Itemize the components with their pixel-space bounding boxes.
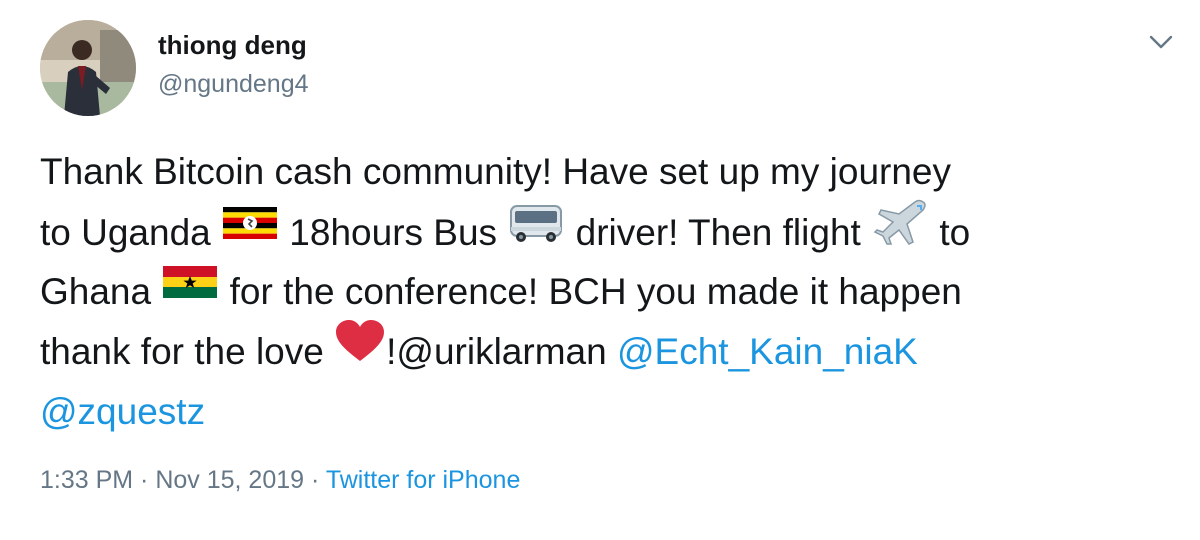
- ghana-flag-icon: [161, 260, 219, 320]
- chevron-down-icon[interactable]: [1147, 30, 1175, 54]
- tweet-line-1: Thank Bitcoin cash community! Have set u…: [40, 142, 1160, 202]
- tweet-text-segment: thank for the love: [40, 331, 335, 372]
- meta-separator: ·: [304, 466, 326, 494]
- meta-separator: ·: [133, 466, 156, 494]
- uganda-flag-icon: [221, 201, 279, 261]
- bus-icon: [507, 200, 565, 262]
- tweet-line-3: Ghana for the conference! BCH you made i…: [40, 262, 1160, 322]
- tweet-meta: 1:33 PM · Nov 15, 2019 · Twitter for iPh…: [40, 466, 520, 495]
- tweet-text-segment: to Uganda: [40, 211, 222, 253]
- tweet-card: thiong deng @ngundeng4 Thank Bitcoin cas…: [0, 0, 1200, 540]
- mention-link[interactable]: @Echt_Kain_niaK: [617, 331, 918, 372]
- tweet-line-5: @zquestz: [40, 382, 1160, 442]
- tweet-text-segment: !@uriklarman: [386, 331, 617, 372]
- tweet-text-segment: to: [929, 211, 971, 253]
- tweet-text-segment: driver! Then flight: [565, 211, 872, 253]
- mention-link[interactable]: @zquestz: [40, 391, 205, 432]
- tweet-date[interactable]: Nov 15, 2019: [155, 466, 304, 494]
- author-handle[interactable]: @ngundeng4: [158, 70, 309, 99]
- tweet-text: Thank Bitcoin cash community! Have set u…: [40, 142, 1160, 442]
- author-name[interactable]: thiong deng: [158, 30, 307, 61]
- tweet-time[interactable]: 1:33 PM: [40, 466, 133, 494]
- tweet-text-segment: for the conference! BCH you made it happ…: [219, 271, 962, 312]
- red-heart-icon: [334, 319, 386, 381]
- tweet-source-link[interactable]: Twitter for iPhone: [326, 466, 521, 494]
- tweet-text-segment: Thank Bitcoin cash community! Have set u…: [40, 151, 951, 192]
- tweet-text-segment: 18hours Bus: [279, 211, 508, 253]
- avatar[interactable]: [40, 20, 136, 116]
- tweet-text-segment: Ghana: [40, 271, 162, 312]
- tweet-line-2: to Uganda 18hours Bus driver! Then fligh…: [40, 199, 1160, 262]
- tweet-line-4: thank for the love !@uriklarman @Echt_Ka…: [40, 319, 1160, 382]
- airplane-icon: [871, 198, 929, 264]
